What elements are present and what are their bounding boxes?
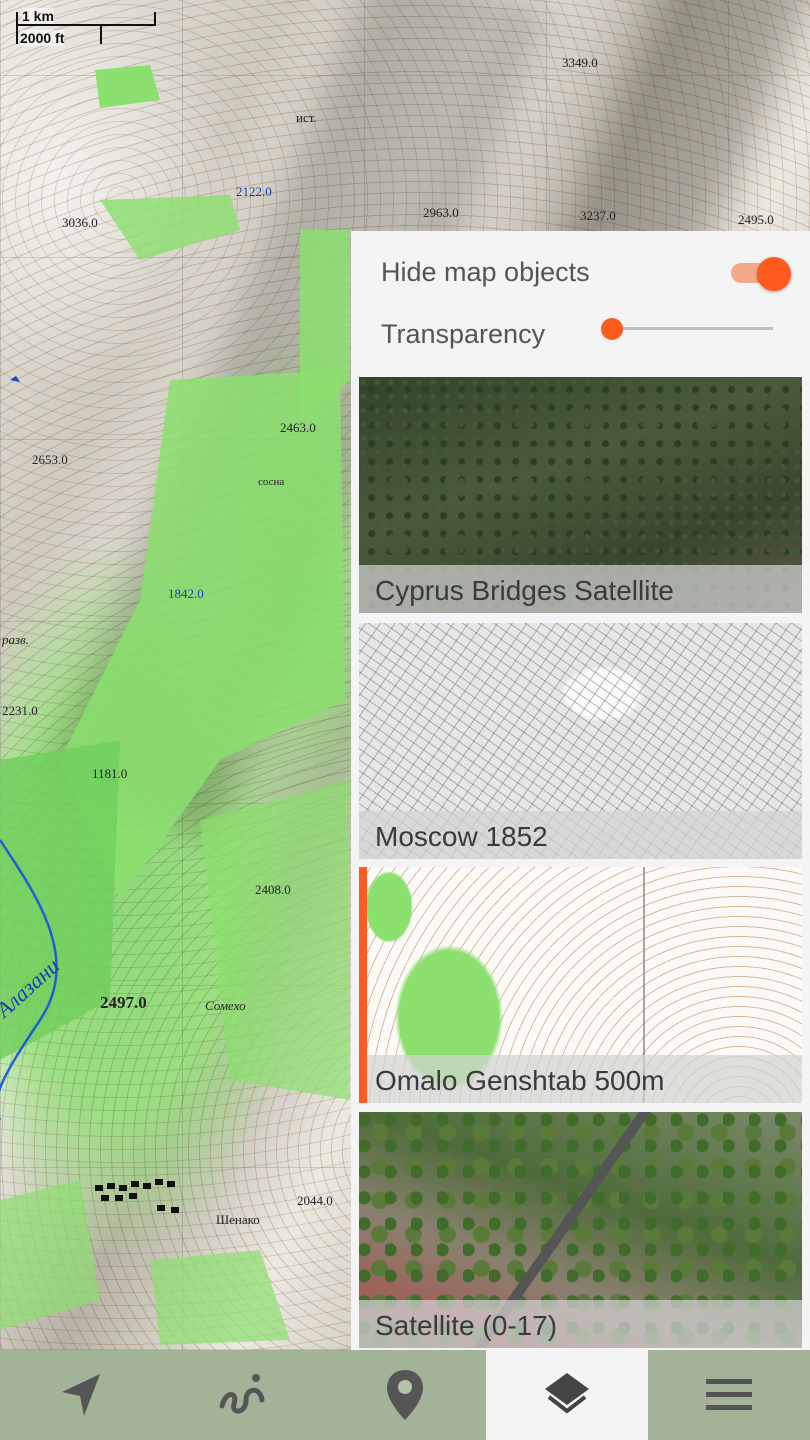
vegetation-overlay: [0, 65, 350, 1345]
elevation-label: 1181.0: [92, 766, 128, 781]
village-label: Сомехо: [205, 998, 246, 1013]
scale-bar-line: [16, 24, 156, 26]
tab-menu[interactable]: [648, 1350, 810, 1440]
map-annotation: разв.: [2, 632, 29, 647]
scale-bar-tick: [154, 12, 156, 26]
navigation-arrow-icon: [62, 1374, 100, 1416]
layer-name: Satellite (0-17): [359, 1300, 802, 1348]
elevation-label: 2963.0: [423, 205, 459, 220]
scale-bar-tick: [100, 26, 102, 44]
scale-bar: 1 km 2000 ft: [14, 8, 160, 48]
slider-rail: [611, 327, 773, 330]
toggle-knob: [757, 257, 791, 291]
scale-bar-tick: [16, 12, 18, 44]
layers-icon: [545, 1373, 589, 1413]
layer-card-moscow-1852[interactable]: Moscow 1852: [359, 623, 802, 859]
elevation-label: 2044.0: [297, 1193, 333, 1208]
elevation-label: 2231.0: [2, 703, 38, 718]
layer-card-satellite-0-17[interactable]: Satellite (0-17): [359, 1112, 802, 1348]
tab-layers[interactable]: [486, 1350, 648, 1440]
layer-name: Cyprus Bridges Satellite: [359, 565, 802, 613]
map-layers-panel: Hide map objects Transparency Cyprus Bri…: [351, 231, 810, 1350]
elevation-label: 3349.0: [562, 55, 598, 70]
tab-tracks[interactable]: [162, 1350, 324, 1440]
layer-card-cyprus-bridges-satellite[interactable]: Cyprus Bridges Satellite: [359, 377, 802, 613]
elevation-label: 2497.0: [100, 993, 147, 1012]
tab-navigation[interactable]: [0, 1350, 162, 1440]
transparency-slider[interactable]: [601, 317, 775, 341]
map-pin-icon: [387, 1370, 423, 1420]
track-route-icon: [219, 1374, 265, 1414]
map-annotation: ист.: [296, 110, 317, 125]
elevation-label: 1842.0: [168, 586, 204, 601]
hamburger-menu-icon: [706, 1379, 752, 1410]
elevation-label: 2463.0: [280, 420, 316, 435]
elevation-label: 2122.0: [236, 184, 272, 199]
layer-card-omalo-genshtab-500m[interactable]: Omalo Genshtab 500m: [359, 867, 802, 1103]
hide-map-objects-label: Hide map objects: [381, 257, 590, 287]
layer-name: Omalo Genshtab 500m: [359, 1055, 802, 1103]
map-annotation: сосна: [258, 476, 285, 488]
elevation-label: 2653.0: [32, 452, 68, 467]
transparency-label: Transparency: [381, 319, 546, 349]
bottom-navigation-bar: [0, 1350, 810, 1440]
tab-waypoints[interactable]: [324, 1350, 486, 1440]
slider-thumb[interactable]: [601, 318, 623, 340]
village-houses: [95, 1179, 179, 1213]
layer-name: Moscow 1852: [359, 811, 802, 859]
elevation-label: 3237.0: [580, 208, 616, 223]
elevation-label: 3036.0: [62, 215, 98, 230]
scale-ft-label: 2000 ft: [20, 30, 65, 46]
hide-map-objects-toggle[interactable]: [727, 255, 791, 291]
elevation-label: 2408.0: [255, 882, 291, 897]
elevation-label: 2495.0: [738, 212, 774, 227]
scale-km-label: 1 km: [22, 8, 54, 24]
